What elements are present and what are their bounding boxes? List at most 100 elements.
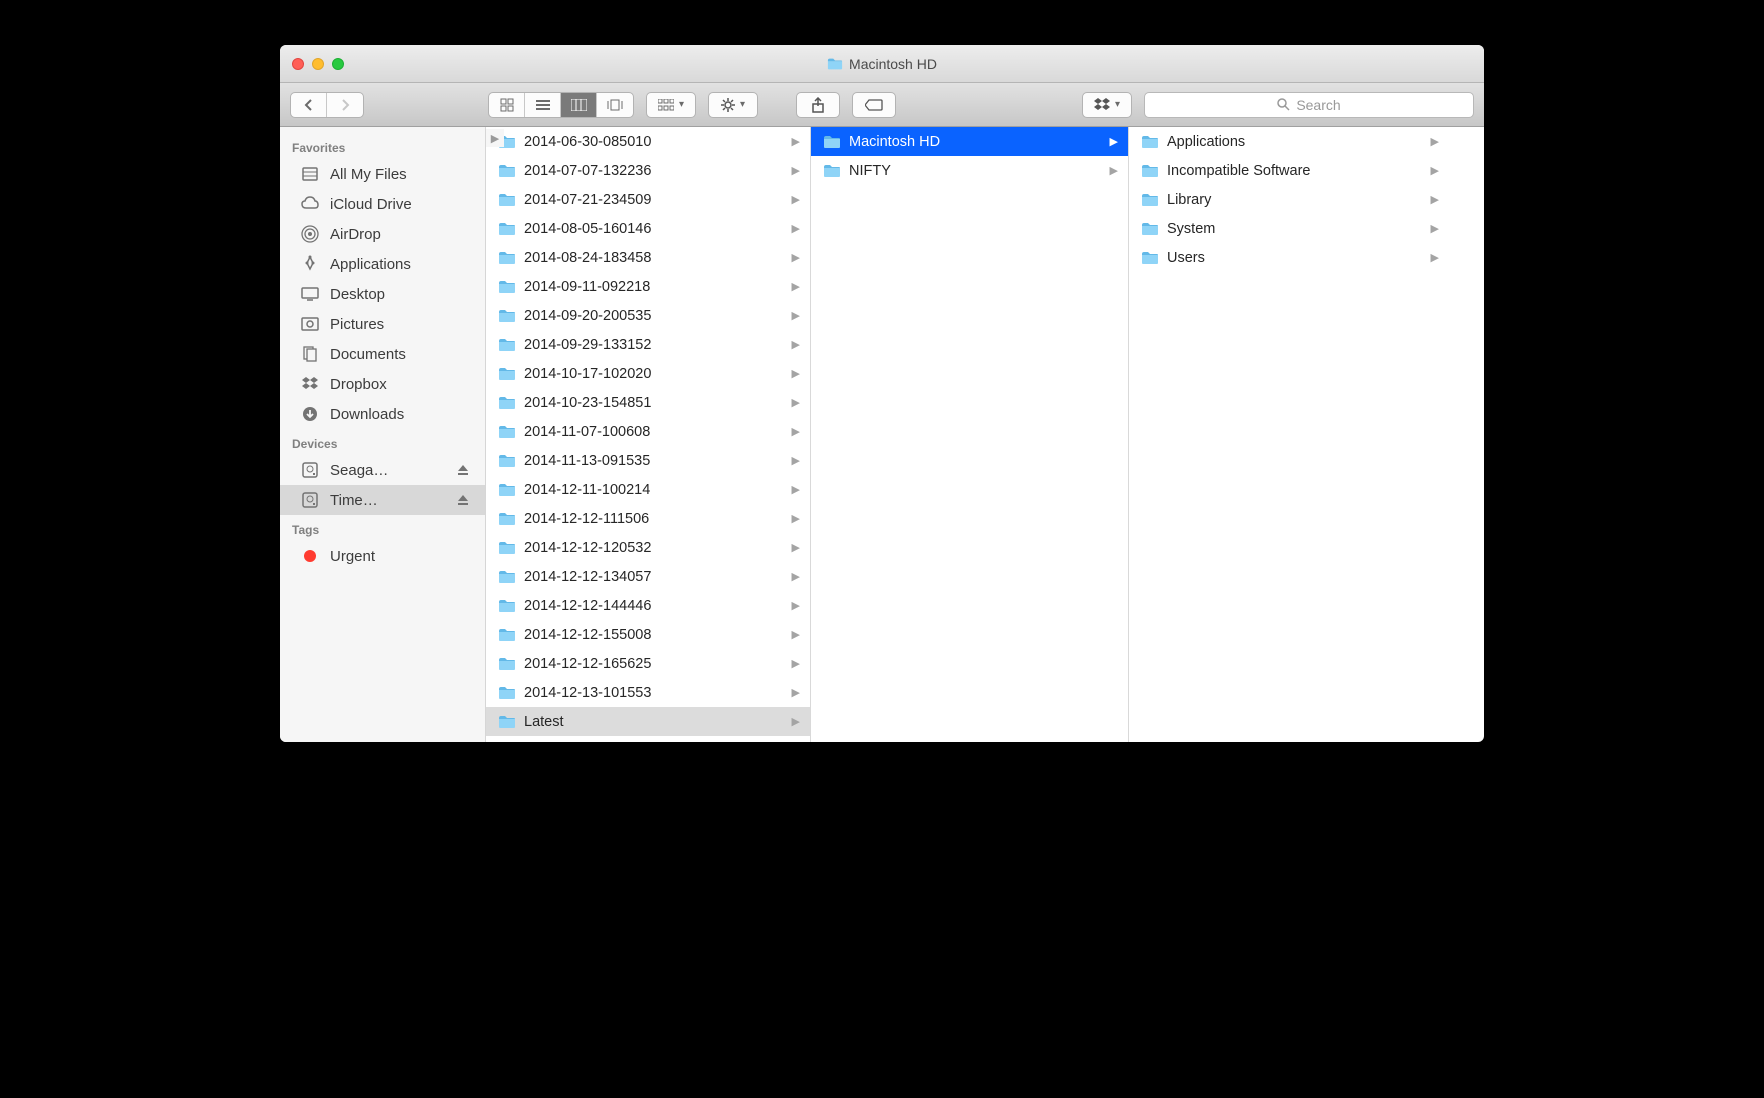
chevron-right-icon: ▶ [792,135,800,148]
file-label: 2014-12-12-111506 [524,511,649,527]
forward-button[interactable] [327,93,363,117]
chevron-right-icon: ▶ [792,512,800,525]
expand-handle[interactable]: ▶ [486,129,504,147]
sidebar-item[interactable]: Urgent [280,541,485,571]
sidebar-item[interactable]: All My Files [280,159,485,189]
arrange-button[interactable]: ▾ [647,93,695,117]
sidebar-item[interactable]: Pictures [280,309,485,339]
file-row[interactable]: 2014-12-12-144446▶ [486,591,810,620]
back-button[interactable] [291,93,327,117]
file-label: 2014-07-07-132236 [524,163,651,179]
file-label: 2014-12-12-165625 [524,656,651,672]
file-label: Latest [524,714,564,730]
file-row[interactable]: NIFTY▶ [811,156,1128,185]
folder-icon [1141,135,1159,149]
chevron-right-icon: ▶ [792,396,800,409]
file-row[interactable]: Users▶ [1129,243,1449,272]
icon-view-button[interactable] [489,93,525,117]
chevron-right-icon: ▶ [792,164,800,177]
file-row[interactable]: 2014-10-17-102020▶ [486,359,810,388]
arrange-icon [658,99,674,111]
search-input[interactable]: Search [1144,92,1474,118]
chevron-right-icon: ▶ [792,628,800,641]
file-row[interactable]: 2014-12-12-120532▶ [486,533,810,562]
file-row[interactable]: Latest▶ [486,707,810,736]
file-row[interactable]: 2014-12-13-101553▶ [486,678,810,707]
file-row[interactable]: 2014-08-24-183458▶ [486,243,810,272]
file-label: 2014-12-12-120532 [524,540,651,556]
file-label: Applications [1167,134,1245,150]
file-row[interactable]: 2014-07-21-234509▶ [486,185,810,214]
file-row[interactable]: 2014-12-12-111506 ▶ [486,504,810,533]
column-1: 2014-06-30-085010▶2014-07-07-132236▶2014… [486,127,811,742]
nav-buttons [290,92,364,118]
sidebar-item[interactable]: iCloud Drive [280,189,485,219]
list-view-button[interactable] [525,93,561,117]
file-label: 2014-07-21-234509 [524,192,651,208]
list-icon [536,99,550,111]
column-view-button[interactable] [561,93,597,117]
sidebar-item[interactable]: Desktop [280,279,485,309]
dropbox-button[interactable]: ▾ [1083,93,1131,117]
folder-icon [498,657,516,671]
sidebar-item[interactable]: Applications [280,249,485,279]
file-label: 2014-12-12-134057 [524,569,651,585]
file-label: Library [1167,192,1211,208]
eject-icon[interactable] [457,464,469,476]
file-row[interactable]: 2014-07-07-132236 ▶ [486,156,810,185]
sidebar-item-label: Documents [330,346,406,363]
file-label: 2014-11-13-091535 [524,453,650,469]
search-icon [1277,98,1290,111]
file-row[interactable]: 2014-11-13-091535▶ [486,446,810,475]
sidebar-item[interactable]: Dropbox [280,369,485,399]
folder-icon [498,570,516,584]
dropbox-icon [300,374,320,394]
folder-icon [498,251,516,265]
sidebar-item[interactable]: Documents [280,339,485,369]
toolbar: ▾ ▾ [280,83,1484,127]
disk-icon [300,460,320,480]
file-row[interactable]: 2014-12-12-155008▶ [486,620,810,649]
file-row[interactable]: 2014-08-05-160146▶ [486,214,810,243]
share-button[interactable] [797,93,839,117]
file-row[interactable]: Incompatible Software▶ [1129,156,1449,185]
zoom-window-button[interactable] [332,58,344,70]
file-row[interactable]: 2014-06-30-085010▶ [486,127,810,156]
action-button[interactable]: ▾ [709,93,757,117]
chevron-right-icon: ▶ [1431,135,1439,148]
tags-button[interactable] [853,93,895,117]
sidebar-item-label: iCloud Drive [330,196,412,213]
file-row[interactable]: 2014-12-11-100214▶ [486,475,810,504]
folder-icon [1141,164,1159,178]
file-row[interactable]: 2014-09-11-092218▶ [486,272,810,301]
file-label: 2014-10-17-102020 [524,366,651,382]
file-row[interactable]: Macintosh HD▶ [811,127,1128,156]
close-window-button[interactable] [292,58,304,70]
folder-icon [498,164,516,178]
airdrop-icon [300,224,320,244]
minimize-window-button[interactable] [312,58,324,70]
share-icon [811,97,825,113]
chevron-right-icon: ▶ [1431,222,1439,235]
file-label: NIFTY [849,163,891,179]
file-row[interactable]: System▶ [1129,214,1449,243]
sidebar-item[interactable]: AirDrop [280,219,485,249]
sidebar-item[interactable]: Downloads [280,399,485,429]
file-label: Incompatible Software [1167,163,1310,179]
window-title: Macintosh HD [280,56,1484,72]
sidebar-item[interactable]: Seaga… [280,455,485,485]
sidebar-item[interactable]: Time… [280,485,485,515]
sidebar-item-label: Urgent [330,548,375,565]
file-row[interactable]: 2014-12-12-134057▶ [486,562,810,591]
file-row[interactable]: 2014-09-20-200535▶ [486,301,810,330]
file-row[interactable]: Library▶ [1129,185,1449,214]
file-row[interactable]: Applications ▶ [1129,127,1449,156]
sidebar: FavoritesAll My FilesiCloud DriveAirDrop… [280,127,486,742]
file-row[interactable]: 2014-10-23-154851▶ [486,388,810,417]
coverflow-view-button[interactable] [597,93,633,117]
file-row[interactable]: 2014-12-12-165625▶ [486,649,810,678]
eject-icon[interactable] [457,494,469,506]
file-row[interactable]: 2014-11-07-100608▶ [486,417,810,446]
file-row[interactable]: 2014-09-29-133152▶ [486,330,810,359]
sidebar-section-header: Tags [280,515,485,541]
